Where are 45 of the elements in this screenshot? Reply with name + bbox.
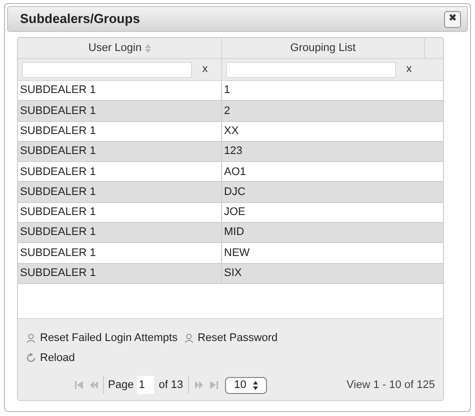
page-size-select[interactable]: 10: [225, 376, 268, 394]
table-cell: 2: [221, 101, 424, 121]
filter-field[interactable]: [226, 62, 396, 78]
column-header[interactable]: Grouping List: [221, 38, 424, 58]
previous-page-icon[interactable]: [89, 381, 99, 389]
action-button[interactable]: Reset Password: [184, 328, 278, 348]
table-cell: 1: [221, 81, 424, 100]
table-cell: NEW: [221, 243, 424, 263]
table-cell-text: SUBDEALER 1: [19, 184, 97, 200]
window-title: Subdealers/Groups: [20, 10, 140, 28]
reload-button[interactable]: Reload: [26, 348, 75, 368]
page-count: of 13: [158, 378, 184, 393]
table-cell: 123: [221, 142, 424, 162]
dropdown-arrows-icon: [253, 380, 258, 390]
filter-field[interactable]: [22, 62, 192, 78]
sort-icon: [144, 44, 151, 52]
table-cell-text: SUBDEALER 1: [19, 246, 97, 261]
table-cell-text: SUBDEALER 1: [19, 225, 97, 240]
next-page-icon[interactable]: [194, 381, 204, 389]
clear-filter-button[interactable]: x: [194, 61, 216, 78]
table-cell-text: SUBDEALER 1: [19, 205, 97, 220]
table-cell: XX: [221, 122, 424, 141]
close-button[interactable]: ✖: [444, 10, 461, 28]
table-cell-text: SUBDEALER 1: [19, 144, 97, 160]
person-icon: [26, 333, 36, 343]
page-field[interactable]: 1: [136, 376, 154, 394]
table-cell: DJC: [221, 182, 424, 202]
first-page-icon[interactable]: [74, 381, 84, 389]
table-cell: AO1: [221, 162, 424, 182]
person-icon: [184, 333, 194, 343]
table-cell-text: SUBDEALER 1: [19, 164, 97, 180]
page-label: Page: [108, 378, 134, 393]
action-button[interactable]: Reset Failed Login Attempts: [26, 328, 178, 348]
clear-filter-button[interactable]: x: [398, 61, 420, 78]
table-cell-text: SUBDEALER 1: [19, 104, 97, 119]
table-cell: MID: [221, 223, 424, 242]
table-cell: SIX: [221, 264, 424, 283]
column-header[interactable]: User Login: [18, 38, 221, 58]
record-count: View 1 - 10 of 125: [346, 378, 435, 393]
table-cell-text: SUBDEALER 1: [19, 266, 97, 282]
table-cell-text: SUBDEALER 1: [19, 83, 97, 98]
table-cell-text: SUBDEALER 1: [19, 124, 97, 139]
reload-icon: [26, 353, 36, 363]
table-cell: JOE: [221, 202, 424, 222]
last-page-icon[interactable]: [209, 381, 220, 389]
